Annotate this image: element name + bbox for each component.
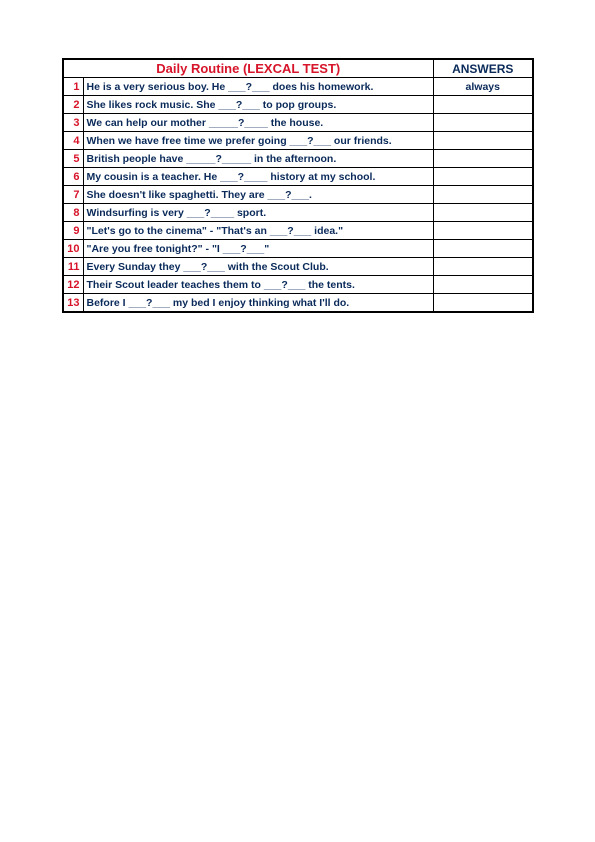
question-text: "Let's go to the cinema" - "That's an __… [83,222,433,240]
question-text: Before I ___?___ my bed I enjoy thinking… [83,294,433,313]
row-number: 4 [63,132,83,150]
answer-cell [433,150,533,168]
row-number: 13 [63,294,83,313]
row-number: 7 [63,186,83,204]
answer-cell [433,294,533,313]
answer-cell [433,186,533,204]
table-row: 3 We can help our mother _____?____ the … [63,114,533,132]
row-number: 12 [63,276,83,294]
answer-cell [433,276,533,294]
question-text: We can help our mother _____?____ the ho… [83,114,433,132]
answer-cell [433,132,533,150]
table-row: 6 My cousin is a teacher. He ___?____ hi… [63,168,533,186]
question-text: "Are you free tonight?" - "I ___?___" [83,240,433,258]
question-text: British people have _____?_____ in the a… [83,150,433,168]
table-row: 2 She likes rock music. She ___?___ to p… [63,96,533,114]
answer-cell: always [433,78,533,96]
question-text: My cousin is a teacher. He ___?____ hist… [83,168,433,186]
question-text: Their Scout leader teaches them to ___?_… [83,276,433,294]
row-number: 10 [63,240,83,258]
answer-cell [433,222,533,240]
answer-cell [433,204,533,222]
worksheet-table: Daily Routine (LEXCAL TEST) ANSWERS 1 He… [62,58,534,313]
row-number: 8 [63,204,83,222]
answer-cell [433,258,533,276]
header-row: Daily Routine (LEXCAL TEST) ANSWERS [63,59,533,78]
worksheet-title: Daily Routine (LEXCAL TEST) [63,59,433,78]
question-text: She doesn't like spaghetti. They are ___… [83,186,433,204]
row-number: 6 [63,168,83,186]
question-text: She likes rock music. She ___?___ to pop… [83,96,433,114]
table-row: 1 He is a very serious boy. He ___?___ d… [63,78,533,96]
table-row: 8 Windsurfing is very ___?____ sport. [63,204,533,222]
table-row: 4 When we have free time we prefer going… [63,132,533,150]
table-row: 11 Every Sunday they ___?___ with the Sc… [63,258,533,276]
answer-cell [433,168,533,186]
table-row: 10 "Are you free tonight?" - "I ___?___" [63,240,533,258]
answers-column-header: ANSWERS [433,59,533,78]
table-row: 7 She doesn't like spaghetti. They are _… [63,186,533,204]
answer-cell [433,240,533,258]
row-number: 3 [63,114,83,132]
row-number: 9 [63,222,83,240]
row-number: 5 [63,150,83,168]
table-row: 5 British people have _____?_____ in the… [63,150,533,168]
question-text: Windsurfing is very ___?____ sport. [83,204,433,222]
question-text: Every Sunday they ___?___ with the Scout… [83,258,433,276]
row-number: 11 [63,258,83,276]
table-row: 13 Before I ___?___ my bed I enjoy think… [63,294,533,313]
question-rows: 1 He is a very serious boy. He ___?___ d… [63,78,533,313]
question-text: He is a very serious boy. He ___?___ doe… [83,78,433,96]
question-text: When we have free time we prefer going _… [83,132,433,150]
table-row: 12 Their Scout leader teaches them to __… [63,276,533,294]
answer-cell [433,96,533,114]
row-number: 1 [63,78,83,96]
answer-cell [433,114,533,132]
table-row: 9 "Let's go to the cinema" - "That's an … [63,222,533,240]
row-number: 2 [63,96,83,114]
